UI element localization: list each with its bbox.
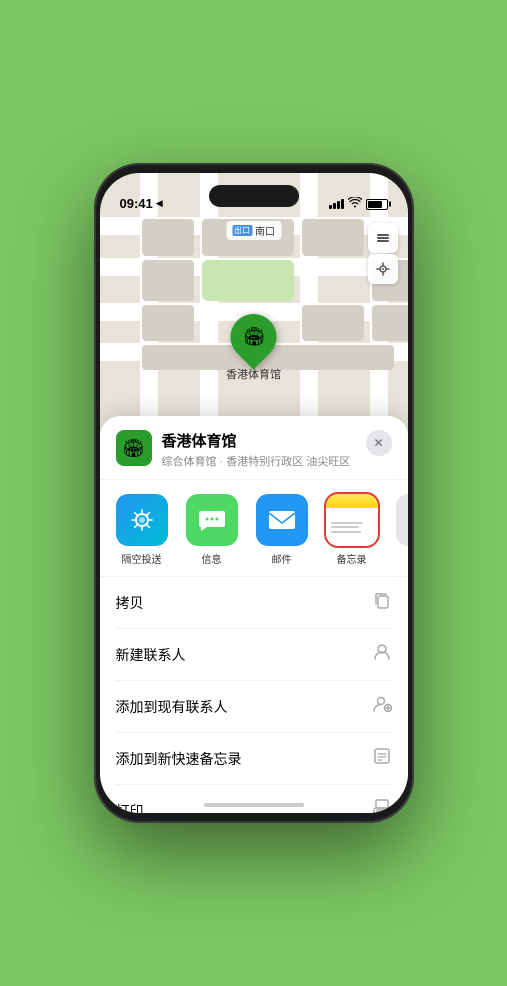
copy-icon	[372, 590, 392, 615]
action-quick-note-label: 添加到新快速备忘录	[116, 749, 242, 769]
location-text: 南口	[255, 223, 275, 238]
sheet-header: 🏟 香港体育馆 综合体育馆 · 香港特别行政区 油尖旺区 ✕	[100, 416, 408, 480]
share-item-notes[interactable]: 备忘录	[320, 494, 384, 566]
wifi-icon	[348, 197, 362, 211]
location-indicator: ◀	[156, 198, 163, 209]
map-layers-button[interactable]	[368, 223, 398, 253]
action-copy-label: 拷贝	[116, 593, 144, 613]
airdrop-label: 隔空投送	[122, 551, 162, 566]
quick-note-icon	[372, 746, 392, 771]
notes-icon	[326, 494, 378, 546]
venue-desc: 综合体育馆 · 香港特别行政区 油尖旺区	[162, 453, 356, 469]
home-indicator	[204, 803, 304, 807]
bottom-sheet: 🏟 香港体育馆 综合体育馆 · 香港特别行政区 油尖旺区 ✕	[100, 416, 408, 813]
battery-icon	[366, 199, 388, 210]
messages-icon	[186, 494, 238, 546]
share-item-more[interactable]: 推	[390, 494, 408, 566]
stadium-marker: 🏟 香港体育馆	[226, 314, 281, 382]
action-copy[interactable]: 拷贝	[116, 577, 392, 629]
share-item-airdrop[interactable]: 隔空投送	[110, 494, 174, 566]
share-item-messages[interactable]: 信息	[180, 494, 244, 566]
action-add-existing[interactable]: 添加到现有联系人	[116, 681, 392, 733]
status-time: 09:41	[120, 196, 153, 211]
venue-icon: 🏟	[116, 430, 152, 466]
notes-label: 备忘录	[337, 551, 367, 566]
close-button[interactable]: ✕	[366, 430, 392, 456]
new-contact-icon	[372, 642, 392, 667]
airdrop-icon	[116, 494, 168, 546]
action-quick-note[interactable]: 添加到新快速备忘录	[116, 733, 392, 785]
venue-name: 香港体育馆	[162, 430, 356, 451]
more-icon	[396, 494, 408, 546]
action-list: 拷贝 新建联系人	[100, 577, 408, 813]
mail-icon	[256, 494, 308, 546]
signal-bars-icon	[329, 199, 344, 209]
action-print[interactable]: 打印	[116, 785, 392, 813]
status-icons	[329, 197, 388, 211]
messages-label: 信息	[202, 551, 222, 566]
location-label: 出口 南口	[226, 221, 281, 240]
share-row: 隔空投送 信息	[100, 480, 408, 577]
mail-label: 邮件	[272, 551, 292, 566]
action-add-existing-label: 添加到现有联系人	[116, 697, 228, 717]
action-print-label: 打印	[116, 801, 144, 813]
action-new-contact[interactable]: 新建联系人	[116, 629, 392, 681]
location-badge: 出口	[232, 225, 252, 236]
map-controls	[368, 223, 398, 284]
stadium-icon: 🏟	[242, 327, 265, 348]
marker-pin: 🏟	[221, 305, 286, 370]
share-item-mail[interactable]: 邮件	[250, 494, 314, 566]
location-button[interactable]	[368, 254, 398, 284]
phone-screen: 09:41 ◀	[100, 173, 408, 813]
phone-shell: 09:41 ◀	[94, 163, 414, 823]
venue-info: 香港体育馆 综合体育馆 · 香港特别行政区 油尖旺区	[162, 430, 356, 469]
action-new-contact-label: 新建联系人	[116, 645, 186, 665]
add-existing-icon	[372, 694, 392, 719]
print-icon	[372, 798, 392, 813]
dynamic-island	[209, 185, 299, 207]
